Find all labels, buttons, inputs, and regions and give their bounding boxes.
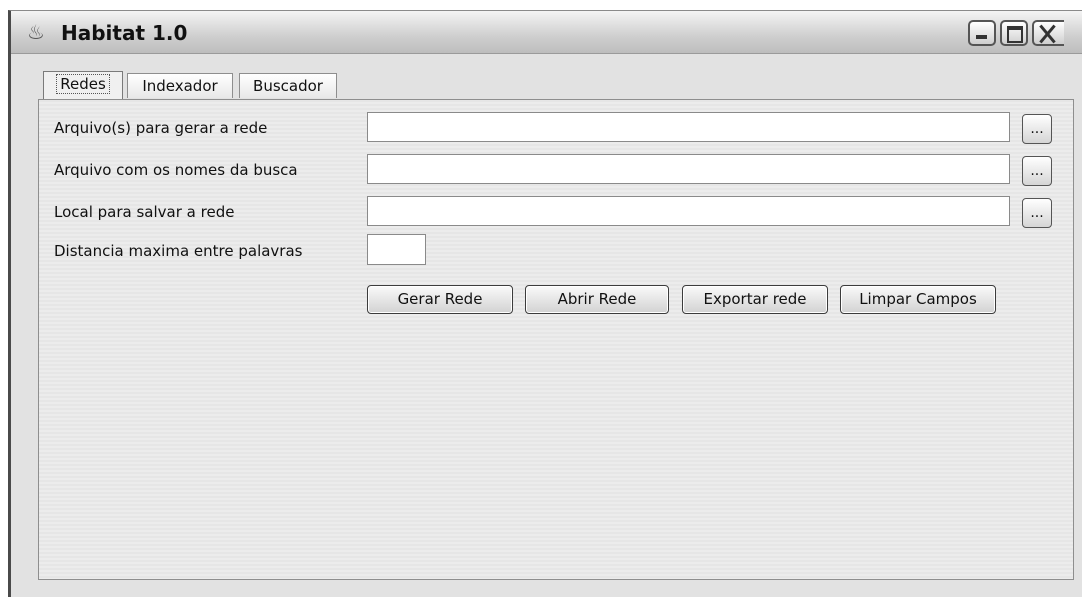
save-location-label: Local para salvar a rede	[54, 203, 235, 221]
source-files-browse-button[interactable]: ...	[1022, 114, 1052, 144]
search-names-file-label: Arquivo com os nomes da busca	[54, 161, 298, 179]
window-title: Habitat 1.0	[61, 21, 188, 45]
generate-network-button[interactable]: Gerar Rede	[367, 285, 513, 314]
source-files-input[interactable]	[367, 112, 1010, 142]
search-names-browse-button[interactable]: ...	[1022, 156, 1052, 186]
maximize-button[interactable]	[1000, 20, 1028, 46]
tab-redes-label: Redes	[56, 74, 110, 94]
close-button[interactable]	[1032, 20, 1064, 46]
habitat-app-icon: ♨	[27, 20, 45, 44]
max-distance-input[interactable]	[367, 234, 426, 265]
source-files-label: Arquivo(s) para gerar a rede	[54, 119, 268, 137]
title-bar[interactable]: ♨ Habitat 1.0	[11, 11, 1082, 54]
minimize-button[interactable]	[968, 20, 996, 46]
open-network-button[interactable]: Abrir Rede	[525, 285, 669, 314]
save-location-browse-button[interactable]: ...	[1022, 198, 1052, 228]
export-network-button[interactable]: Exportar rede	[682, 285, 828, 314]
tab-indexador-label: Indexador	[142, 77, 218, 95]
save-location-input[interactable]	[367, 196, 1010, 226]
tab-buscador[interactable]: Buscador	[239, 73, 337, 98]
max-distance-label: Distancia maxima entre palavras	[54, 242, 303, 260]
tab-buscador-label: Buscador	[253, 77, 323, 95]
search-names-file-input[interactable]	[367, 154, 1010, 184]
tab-indexador[interactable]: Indexador	[127, 73, 233, 98]
tab-redes[interactable]: Redes	[43, 71, 123, 100]
clear-fields-button[interactable]: Limpar Campos	[840, 285, 996, 314]
